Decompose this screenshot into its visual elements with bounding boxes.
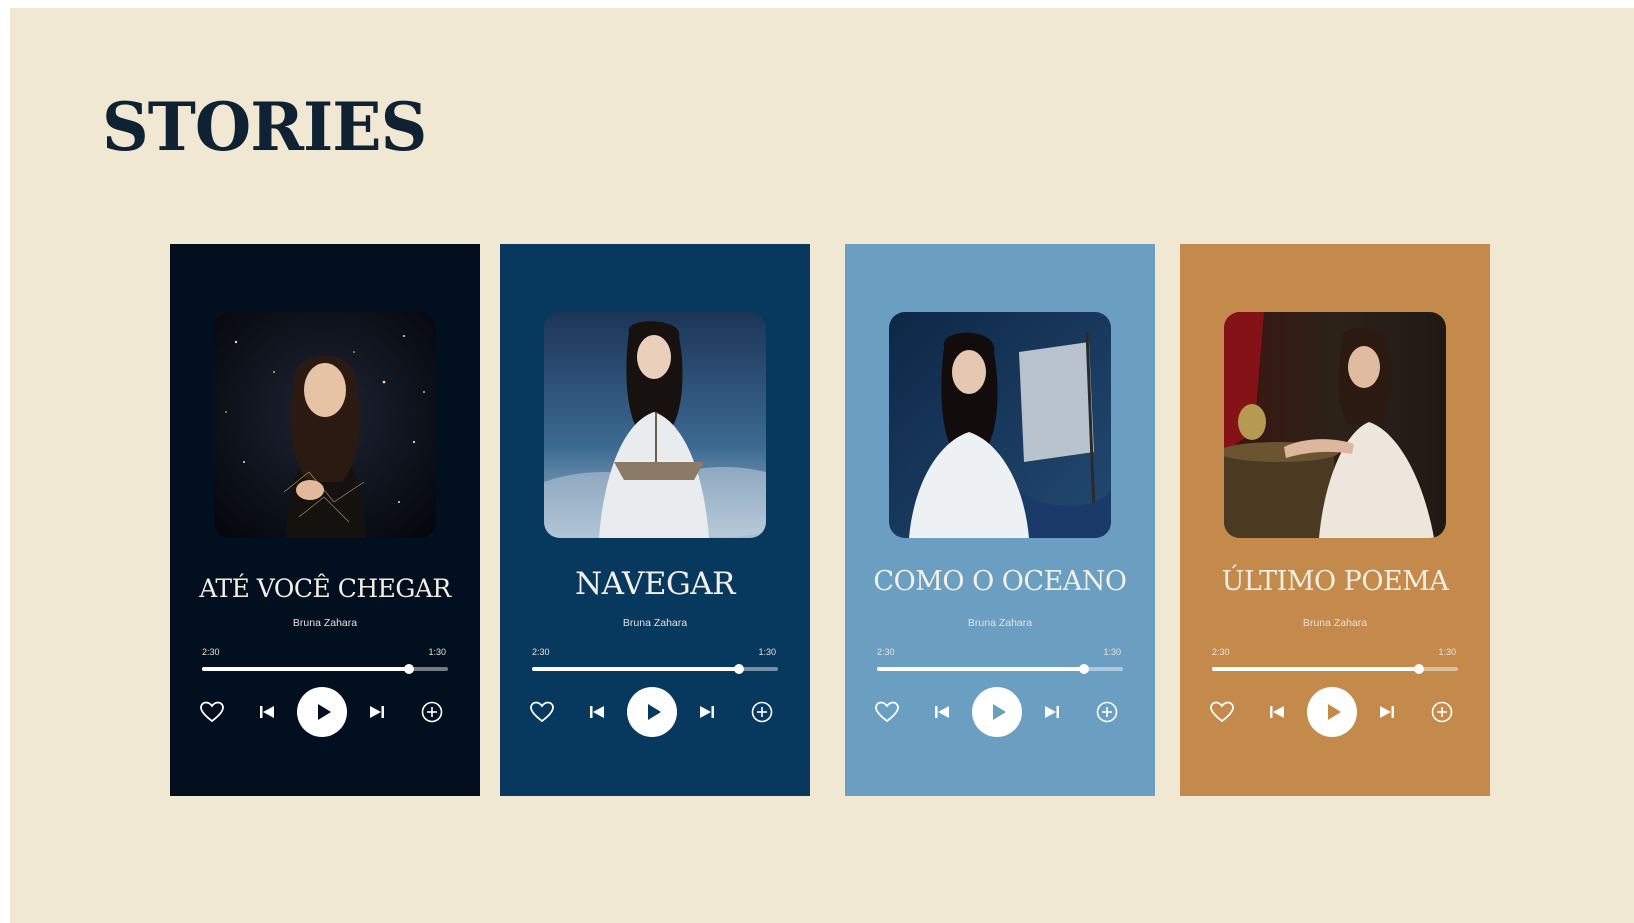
play-button[interactable]: [297, 687, 347, 737]
progress-fill: [202, 667, 409, 671]
next-button[interactable]: [368, 704, 386, 720]
song-title: ATÉ VOCÊ CHEGAR: [199, 574, 451, 603]
slide: STORIES ATÉ VOCÊ CHEGAR Bruna Zahara 2:3…: [10, 8, 1634, 923]
elapsed-time: 2:30: [532, 647, 550, 657]
next-button[interactable]: [1378, 704, 1396, 720]
play-button[interactable]: [1307, 687, 1357, 737]
like-button[interactable]: [1209, 700, 1235, 724]
previous-button[interactable]: [588, 704, 606, 720]
song-title: COMO O OCEANO: [873, 566, 1127, 597]
add-button[interactable]: [1430, 700, 1454, 724]
player-controls: [170, 686, 480, 738]
skip-previous-icon: [933, 704, 951, 720]
skip-previous-icon: [1268, 704, 1286, 720]
remaining-time: 1:30: [1438, 647, 1456, 657]
progress-bar[interactable]: [202, 664, 448, 674]
remaining-time: 1:30: [428, 647, 446, 657]
artist-name: Bruna Zahara: [967, 617, 1033, 629]
progress-fill: [1212, 667, 1419, 671]
progress-bar[interactable]: [532, 664, 778, 674]
music-card: NAVEGAR Bruna Zahara 2:30 1:30: [500, 244, 810, 796]
album-art: [889, 312, 1111, 538]
elapsed-time: 2:30: [877, 647, 895, 657]
player-controls: [845, 686, 1155, 738]
skip-previous-icon: [588, 704, 606, 720]
add-button[interactable]: [1095, 700, 1119, 724]
play-icon: [645, 702, 663, 722]
album-art: [544, 312, 766, 538]
remaining-time: 1:30: [1103, 647, 1121, 657]
play-icon: [1325, 702, 1343, 722]
like-button[interactable]: [529, 700, 555, 724]
album-art: [1224, 312, 1446, 538]
progress-handle[interactable]: [733, 664, 744, 674]
previous-button[interactable]: [1268, 704, 1286, 720]
previous-button[interactable]: [933, 704, 951, 720]
skip-next-icon: [1378, 704, 1396, 720]
page-title: STORIES: [102, 88, 427, 166]
heart-icon: [874, 700, 900, 724]
progress-handle[interactable]: [1078, 664, 1089, 674]
add-button[interactable]: [420, 700, 444, 724]
artist-name: Bruna Zahara: [622, 617, 688, 629]
player-controls: [1180, 686, 1490, 738]
skip-next-icon: [1043, 704, 1061, 720]
skip-next-icon: [698, 704, 716, 720]
heart-icon: [199, 700, 225, 724]
music-card: ÚLTIMO POEMA Bruna Zahara 2:30 1:30: [1180, 244, 1490, 796]
artist-name: Bruna Zahara: [1302, 617, 1368, 629]
like-button[interactable]: [199, 700, 225, 724]
progress-bar[interactable]: [877, 664, 1123, 674]
plus-circle-icon: [1430, 700, 1454, 724]
plus-circle-icon: [420, 700, 444, 724]
song-title: NAVEGAR: [575, 566, 735, 602]
progress-handle[interactable]: [1413, 664, 1424, 674]
music-card: ATÉ VOCÊ CHEGAR Bruna Zahara 2:30 1:30: [170, 244, 480, 796]
progress-fill: [877, 667, 1084, 671]
heart-icon: [529, 700, 555, 724]
skip-next-icon: [368, 704, 386, 720]
plus-circle-icon: [750, 700, 774, 724]
heart-icon: [1209, 700, 1235, 724]
artist-name: Bruna Zahara: [292, 617, 358, 629]
plus-circle-icon: [1095, 700, 1119, 724]
add-button[interactable]: [750, 700, 774, 724]
song-title: ÚLTIMO POEMA: [1221, 566, 1449, 597]
progress-bar[interactable]: [1212, 664, 1458, 674]
previous-button[interactable]: [258, 704, 276, 720]
elapsed-time: 2:30: [202, 647, 220, 657]
progress-fill: [532, 667, 739, 671]
album-art: [214, 312, 436, 538]
player-controls: [500, 686, 810, 738]
like-button[interactable]: [874, 700, 900, 724]
remaining-time: 1:30: [758, 647, 776, 657]
play-button[interactable]: [627, 687, 677, 737]
next-button[interactable]: [698, 704, 716, 720]
music-card: COMO O OCEANO Bruna Zahara 2:30 1:30: [845, 244, 1155, 796]
next-button[interactable]: [1043, 704, 1061, 720]
skip-previous-icon: [258, 704, 276, 720]
play-icon: [990, 702, 1008, 722]
progress-handle[interactable]: [403, 664, 414, 674]
play-icon: [315, 702, 333, 722]
play-button[interactable]: [972, 687, 1022, 737]
elapsed-time: 2:30: [1212, 647, 1230, 657]
